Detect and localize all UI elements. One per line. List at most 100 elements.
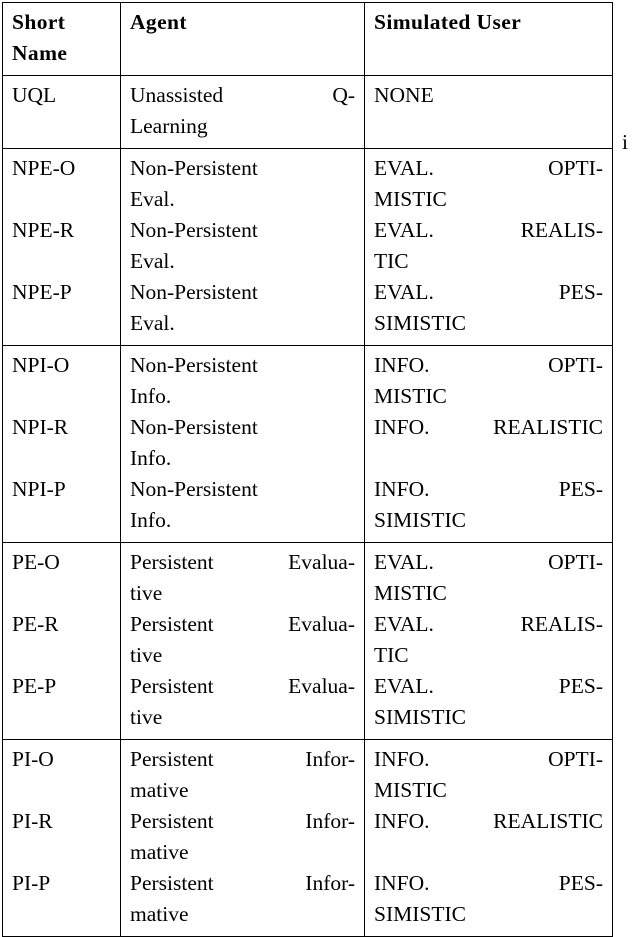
column-header-simulated-user: Simulated User <box>364 2 613 76</box>
simulated-user-pe-PE-R-line-1-right: REALIS- <box>520 612 603 636</box>
short-name-value-pi-PI-P: PI-P <box>12 871 51 895</box>
cell-short-name-group-npi: NPI-O NPI-R NPI-P <box>2 345 121 543</box>
cell-simulated-user-group-npi: INFO. OPTI- MISTIC INFO. REALISTIC INFO. PES- S… <box>364 345 613 543</box>
entry-short-name-uql-UQL: UQL <box>12 80 111 142</box>
cell-agent-group-pe: Persistent Evalua-tive Persistent Evalua-ti… <box>120 542 365 740</box>
agent-pe-PE-R-line-1-right: Evalua- <box>288 612 355 636</box>
simulated-user-npe-NPE-R-line-1: EVAL. REALIS- <box>374 215 603 246</box>
simulated-user-npi-NPI-R-blank-line <box>374 443 603 474</box>
agent-pi-PI-R-line-1-left: Persistent <box>130 809 214 833</box>
simulated-user-uql-UQL-line-1: NONE <box>374 83 434 107</box>
simulated-user-pe-PE-O-line-1-right: OPTI- <box>548 550 603 574</box>
simulated-user-pi-PI-P-line-1: INFO. PES- <box>374 868 603 899</box>
cell-agent-group-npe: Non-Persistent Eval. Non-Persistent Eval. No… <box>120 148 365 346</box>
simulated-user-npe-NPE-P-line-1: EVAL. PES- <box>374 277 603 308</box>
agent-npi-NPI-O-line-2: Info. <box>130 384 172 408</box>
agent-npe-NPE-R-line-2: Eval. <box>130 249 175 273</box>
agent-uql-UQL-line-1: Unassisted Q- <box>130 80 355 111</box>
agent-pe-PE-O-line-1-left: Persistent <box>130 550 214 574</box>
agent-definitions-table: Short Name Agent Simulated User UQL Unass… <box>2 2 613 937</box>
agent-pe-PE-O-line-1: Persistent Evalua- <box>130 547 355 578</box>
entry-short-name-npe-NPE-P: NPE-P <box>12 277 111 339</box>
entry-short-name-pe-PE-R: PE-R <box>12 609 111 671</box>
agent-pi-PI-O-line-1-left: Persistent <box>130 747 214 771</box>
entry-short-name-pe-PE-P: PE-P <box>12 671 111 733</box>
entry-simulated-user-npe-NPE-R: EVAL. REALIS- TIC <box>374 215 603 277</box>
entry-short-name-npe-NPE-O: NPE-O <box>12 153 111 215</box>
entry-agent-npi-NPI-P: Non-Persistent Info. <box>130 474 355 536</box>
simulated-user-npi-NPI-O-line-2: MISTIC <box>374 384 447 408</box>
table-row: NPE-O NPE-R NPE-P Non-Persistent Eval. Non-Pe… <box>2 148 613 346</box>
entry-agent-pi-PI-R: Persistent Infor-mative <box>130 806 355 868</box>
table-header: Short Name Agent Simulated User <box>2 2 613 76</box>
column-header-short-name-line1: Short <box>12 10 66 34</box>
agent-uql-UQL-line-2: Learning <box>130 114 208 138</box>
short-name-spacer-pi-PI-R <box>12 837 111 868</box>
agent-uql-UQL-line-1-right: Q- <box>332 83 355 107</box>
entry-short-name-npi-NPI-O: NPI-O <box>12 350 111 412</box>
short-name-spacer-pi-PI-P <box>12 899 111 930</box>
simulated-user-pe-PE-P-line-1: EVAL. PES- <box>374 671 603 702</box>
short-name-spacer-pe-PE-R <box>12 640 111 671</box>
short-name-value-npi-NPI-P: NPI-P <box>12 477 66 501</box>
simulated-user-pe-PE-O-line-1: EVAL. OPTI- <box>374 547 603 578</box>
table-row: NPI-O NPI-R NPI-P Non-Persistent Info. Non-Pe… <box>2 345 613 543</box>
entry-simulated-user-pi-PI-R: INFO. REALISTIC <box>374 806 603 868</box>
agent-pi-PI-R-line-1: Persistent Infor- <box>130 806 355 837</box>
entry-short-name-pi-PI-O: PI-O <box>12 744 111 806</box>
entry-short-name-npi-NPI-R: NPI-R <box>12 412 111 474</box>
short-name-value-pi-PI-R: PI-R <box>12 809 53 833</box>
short-name-value-pe-PE-R: PE-R <box>12 612 59 636</box>
short-name-spacer-pe-PE-P <box>12 702 111 733</box>
simulated-user-npe-NPE-P-line-1-left: EVAL. <box>374 280 434 304</box>
entry-agent-uql-UQL: Unassisted Q- Learning <box>130 80 355 142</box>
agent-pe-PE-O-line-1-right: Evalua- <box>288 550 355 574</box>
short-name-value-npi-NPI-R: NPI-R <box>12 415 69 439</box>
entry-simulated-user-npi-NPI-P: INFO. PES- SIMISTIC <box>374 474 603 536</box>
short-name-value-npe-NPE-R: NPE-R <box>12 218 75 242</box>
agent-pe-PE-O-line-2: tive <box>130 581 163 605</box>
entry-agent-npi-NPI-O: Non-Persistent Info. <box>130 350 355 412</box>
simulated-user-npe-NPE-O-line-2: MISTIC <box>374 187 447 211</box>
cell-simulated-user-group-pi: INFO. OPTI- MISTIC INFO. REALISTIC INFO. PES- S… <box>364 739 613 937</box>
table-header-row: Short Name Agent Simulated User <box>2 2 613 76</box>
short-name-value-npi-NPI-O: NPI-O <box>12 353 70 377</box>
agent-npe-NPE-P-line-2: Eval. <box>130 311 175 335</box>
short-name-spacer-npi-NPI-O <box>12 381 111 412</box>
simulated-user-pi-PI-O-line-1-right: OPTI- <box>548 747 603 771</box>
entry-agent-pe-PE-P: Persistent Evalua-tive <box>130 671 355 733</box>
agent-pe-PE-R-line-1-left: Persistent <box>130 612 214 636</box>
cell-agent-group-pi: Persistent Infor-mative Persistent Infor-ma… <box>120 739 365 937</box>
agent-pi-PI-P-line-1-right: Infor- <box>305 871 355 895</box>
column-header-agent: Agent <box>120 2 365 76</box>
cell-agent-group-uql: Unassisted Q- Learning <box>120 75 365 149</box>
cell-simulated-user-group-npe: EVAL. OPTI- MISTIC EVAL. REALIS- TIC EVAL. PES-… <box>364 148 613 346</box>
entry-agent-pi-PI-O: Persistent Infor-mative <box>130 744 355 806</box>
short-name-spacer-npe-NPE-R <box>12 246 111 277</box>
entry-simulated-user-pi-PI-P: INFO. PES- SIMISTIC <box>374 868 603 930</box>
cell-short-name-group-npe: NPE-O NPE-R NPE-P <box>2 148 121 346</box>
short-name-spacer-pe-PE-O <box>12 578 111 609</box>
short-name-value-npe-NPE-P: NPE-P <box>12 280 72 304</box>
entry-agent-npe-NPE-P: Non-Persistent Eval. <box>130 277 355 339</box>
short-name-spacer-npi-NPI-R <box>12 443 111 474</box>
agent-npe-NPE-O-line-1: Non-Persistent <box>130 156 258 180</box>
simulated-user-npe-NPE-O-line-1: EVAL. OPTI- <box>374 153 603 184</box>
agent-npi-NPI-P-line-1: Non-Persistent <box>130 477 258 501</box>
short-name-value-npe-NPE-O: NPE-O <box>12 156 76 180</box>
agent-pe-PE-P-line-1-left: Persistent <box>130 674 214 698</box>
agent-pi-PI-P-line-2: mative <box>130 902 189 926</box>
simulated-user-npi-NPI-O-line-1-right: OPTI- <box>548 353 603 377</box>
simulated-user-npi-NPI-P-line-1: INFO. PES- <box>374 474 603 505</box>
entry-agent-npe-NPE-O: Non-Persistent Eval. <box>130 153 355 215</box>
short-name-value-pe-PE-P: PE-P <box>12 674 57 698</box>
simulated-user-npi-NPI-P-line-1-right: PES- <box>558 477 603 501</box>
simulated-user-npe-NPE-R-line-1-left: EVAL. <box>374 218 434 242</box>
short-name-spacer-npi-NPI-P <box>12 505 111 536</box>
simulated-user-npe-NPE-O-line-1-left: EVAL. <box>374 156 434 180</box>
margin-clipped-text-artifact: i <box>622 130 628 154</box>
entry-agent-pe-PE-R: Persistent Evalua-tive <box>130 609 355 671</box>
table-row: PE-O PE-R PE-P Persistent Evalua-tive Persist… <box>2 542 613 740</box>
entry-simulated-user-npe-NPE-O: EVAL. OPTI- MISTIC <box>374 153 603 215</box>
agent-pe-PE-P-line-1: Persistent Evalua- <box>130 671 355 702</box>
